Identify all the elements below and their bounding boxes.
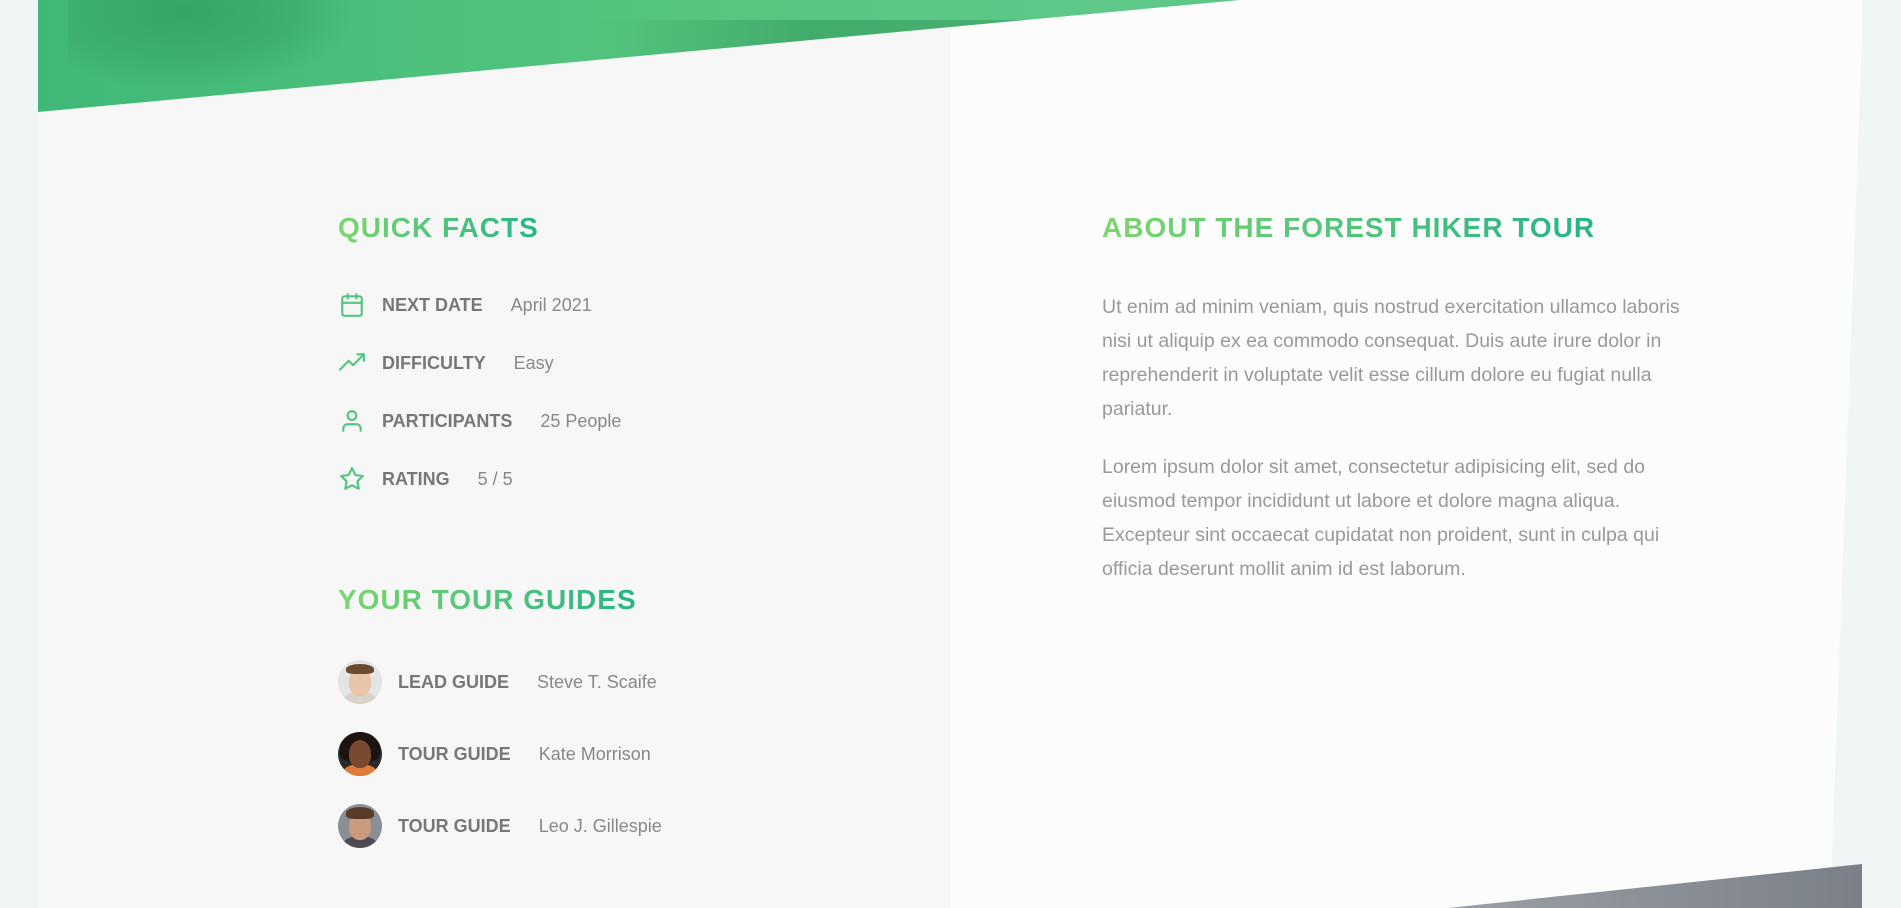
guide-item: Lead guide Steve T. Scaife [338,660,662,704]
trending-up-icon [338,349,366,377]
guide-item: Tour guide Kate Morrison [338,732,662,776]
fact-value: April 2021 [510,294,592,315]
fact-participants: Participants 25 People [338,406,621,436]
fact-difficulty: Difficulty Easy [338,348,621,378]
avatar [338,732,382,776]
quick-facts-heading: Quick Facts [338,212,539,243]
tour-guides-list: Lead guide Steve T. Scaife Tour guide Ka… [338,660,662,876]
guide-role: Lead guide [398,671,510,692]
guide-name: Steve T. Scaife [537,671,657,692]
about-text: Ut enim ad minim veniam, quis nostrud ex… [1102,290,1712,610]
page-right-margin [1862,0,1901,908]
quick-facts-list: Next date April 2021 Difficulty Easy Par… [338,290,621,522]
fact-label: Next date [382,294,483,315]
guide-name: Kate Morrison [538,743,651,764]
fact-rating: Rating 5 / 5 [338,464,621,494]
fact-label: Rating [382,468,450,489]
about-paragraph: Ut enim ad minim veniam, quis nostrud ex… [1102,296,1680,420]
fact-value: 25 People [540,410,622,431]
avatar [338,660,382,704]
fact-value: 5 / 5 [477,468,513,489]
star-icon [338,465,366,493]
about-heading: About the Forest Hiker Tour [1102,212,1596,243]
fact-label: Participants [382,410,513,431]
hero-tree-shape [68,0,358,90]
avatar [338,804,382,848]
calendar-icon [338,291,366,319]
fact-value: Easy [513,352,554,373]
guide-role: Tour guide [398,743,511,764]
tour-guides-heading: Your tour guides [338,584,637,615]
user-icon [338,407,366,435]
fact-label: Difficulty [382,352,486,373]
about-paragraph: Lorem ipsum dolor sit amet, consectetur … [1102,456,1660,580]
fact-next-date: Next date April 2021 [338,290,621,320]
guide-role: Tour guide [398,815,511,836]
guide-item: Tour guide Leo J. Gillespie [338,804,662,848]
guide-name: Leo J. Gillespie [538,815,662,836]
tour-description-section: Quick Facts Next date April 2021 Difficu… [38,0,1862,908]
